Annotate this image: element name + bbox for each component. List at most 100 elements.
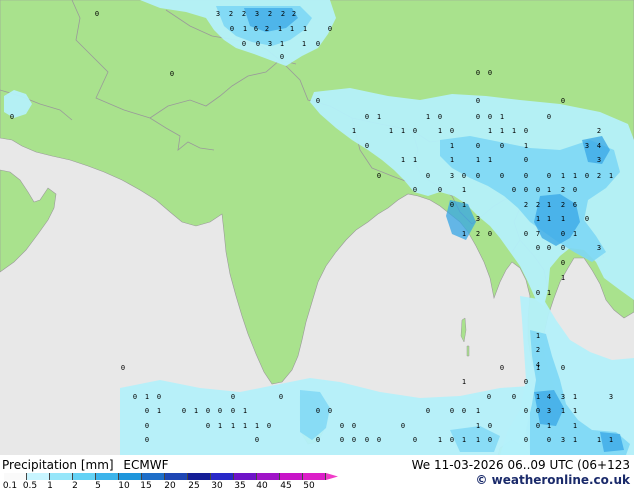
value-label: 1 (476, 156, 480, 164)
value-label: 0 (377, 172, 381, 180)
value-label: 0 (328, 25, 332, 33)
value-label: 1 (438, 127, 442, 135)
value-label: 7 (536, 230, 540, 238)
value-label: 1 (547, 215, 551, 223)
value-label: 1 (255, 422, 259, 430)
value-label: 3 (216, 10, 220, 18)
value-label: 0 (524, 156, 528, 164)
value-label: 6 (254, 25, 258, 33)
value-label: 3 (450, 172, 454, 180)
value-label: 1 (401, 127, 405, 135)
scale-swatch (303, 473, 326, 480)
value-label: 1 (500, 127, 504, 135)
value-label: 1 (243, 25, 247, 33)
value-label: 0 (524, 436, 528, 444)
value-label: 1 (303, 25, 307, 33)
value-label: 1 (462, 186, 466, 194)
value-label: 0 (121, 364, 125, 372)
scale-tick-label: 0.5 (22, 481, 38, 490)
value-label: 0 (547, 244, 551, 252)
value-label: 0 (242, 40, 246, 48)
value-label: 0 (365, 142, 369, 150)
value-label: 3 (561, 436, 565, 444)
scale-tick-label: 45 (280, 481, 292, 490)
scale-tick-label: 35 (234, 481, 246, 490)
value-label: 0 (547, 436, 551, 444)
value-label: 3 (597, 156, 601, 164)
scale-swatch (280, 473, 303, 480)
value-label: 1 (561, 172, 565, 180)
value-label: 0 (316, 40, 320, 48)
scale-tick-label: 2 (72, 481, 78, 490)
value-label: 0 (206, 407, 210, 415)
value-label: 0 (536, 407, 540, 415)
value-label: 0 (256, 40, 260, 48)
legend-title: Precipitation [mm] ECMWF (2, 458, 174, 472)
value-label: 0 (573, 186, 577, 194)
value-label: 3 (255, 10, 259, 18)
value-label: 0 (488, 69, 492, 77)
value-label: 0 (512, 186, 516, 194)
value-label: 0 (145, 436, 149, 444)
value-label: 0 (413, 127, 417, 135)
value-label: 0 (462, 172, 466, 180)
value-label: 0 (182, 407, 186, 415)
scale-swatch (4, 473, 27, 480)
value-label: 0 (377, 436, 381, 444)
legend-footer: Precipitation [mm] ECMWF We 11-03-2026 0… (0, 455, 634, 490)
value-label: 3 (609, 393, 613, 401)
value-label: 0 (524, 186, 528, 194)
scale-tick-label: 0.1 (2, 481, 18, 490)
value-label: 0 (512, 393, 516, 401)
value-label: 0 (476, 113, 480, 121)
value-label: 0 (536, 244, 540, 252)
value-label: 1 (536, 393, 540, 401)
value-label: 0 (488, 113, 492, 121)
value-label: 3 (268, 40, 272, 48)
value-label: 1 (462, 230, 466, 238)
value-label: 0 (487, 393, 491, 401)
value-label: 2 (536, 201, 540, 209)
value-label: 0 (413, 436, 417, 444)
value-label: 0 (170, 70, 174, 78)
value-label: 1 (438, 436, 442, 444)
value-label: 0 (500, 172, 504, 180)
value-label: 0 (255, 436, 259, 444)
value-label: 0 (230, 25, 234, 33)
value-label: 0 (231, 407, 235, 415)
value-label: 0 (450, 127, 454, 135)
value-label: 1 (476, 436, 480, 444)
value-label: 0 (561, 244, 565, 252)
scale-swatch (326, 473, 338, 480)
value-label: 0 (488, 422, 492, 430)
credit-link[interactable]: © weatheronline.co.uk (475, 473, 630, 487)
value-label: 0 (340, 436, 344, 444)
value-label: 4 (597, 142, 601, 150)
value-label: 0 (476, 142, 480, 150)
value-label: 0 (438, 113, 442, 121)
value-label: 0 (352, 422, 356, 430)
value-label: 1 (573, 422, 577, 430)
value-label: 0 (500, 364, 504, 372)
value-label: 2 (242, 10, 246, 18)
value-label: 1 (462, 201, 466, 209)
value-label: 0 (524, 407, 528, 415)
value-label: 2 (265, 25, 269, 33)
scale-tick-label: 25 (188, 481, 200, 490)
value-label: 1 (609, 172, 613, 180)
value-label: 0 (561, 230, 565, 238)
value-label: 1 (462, 378, 466, 386)
legend-model: ECMWF (123, 458, 169, 472)
value-label: 0 (450, 436, 454, 444)
value-label: 1 (547, 186, 551, 194)
scale-swatch (188, 473, 211, 480)
value-label: 1 (547, 422, 551, 430)
scale-swatch (142, 473, 165, 480)
value-label: 0 (426, 172, 430, 180)
value-label: 0 (352, 436, 356, 444)
value-label: 3 (585, 142, 589, 150)
value-label: 3 (597, 244, 601, 252)
value-label: 0 (536, 422, 540, 430)
value-label: 1 (450, 142, 454, 150)
value-label: 1 (476, 407, 480, 415)
